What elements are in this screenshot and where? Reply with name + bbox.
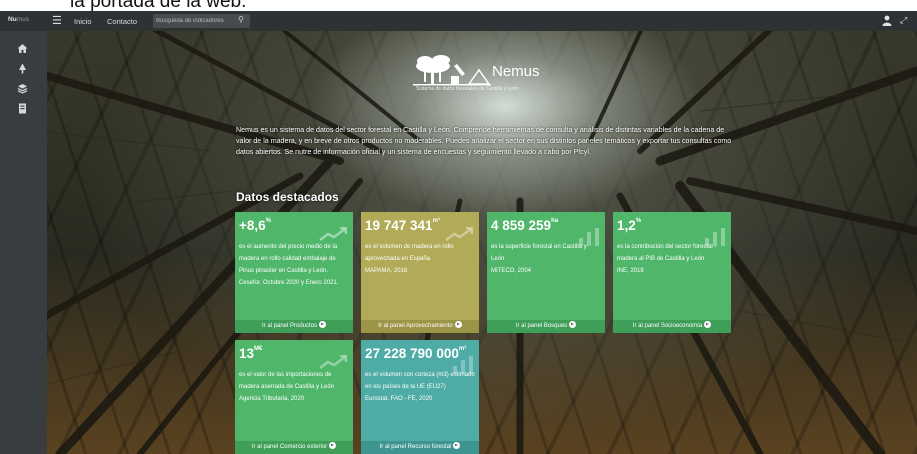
stat-value: 1,2% <box>617 218 642 233</box>
brand-logo[interactable]: Numus <box>8 16 29 23</box>
nav-link-inicio[interactable]: Inicio <box>74 17 92 26</box>
stat-card-importaciones: 13M€ es el valor de las importaciones de… <box>235 340 353 454</box>
top-navbar: Numus ☰ Inicio Contacto ⚲ ⤢ <box>0 11 917 31</box>
nemus-logo <box>413 55 491 86</box>
trend-up-icon <box>445 227 473 241</box>
panel-link-bosques[interactable]: Ir al panel Bosques <box>487 320 605 333</box>
search-icon[interactable]: ⚲ <box>238 15 244 24</box>
panel-link-socioeconomia[interactable]: Ir al panel Socioeconomía <box>613 320 731 333</box>
trend-up-icon <box>319 355 347 369</box>
arrow-circle-icon <box>453 441 461 449</box>
search-box: ⚲ <box>153 14 250 28</box>
arrow-circle-icon <box>454 320 462 328</box>
caption-text: la portada de la web. <box>70 0 247 11</box>
stat-value: 13M€ <box>239 346 263 361</box>
stat-value: +8,6% <box>239 218 271 233</box>
home-icon[interactable] <box>17 43 28 54</box>
book-icon[interactable] <box>17 103 28 114</box>
panel-link-productos[interactable]: Ir al panel Productos <box>235 320 353 333</box>
tree-icon[interactable] <box>17 63 28 74</box>
layers-icon[interactable] <box>17 83 28 94</box>
stat-value: 19 747 341m³ <box>365 218 440 233</box>
arrow-circle-icon <box>569 320 577 328</box>
stat-card-volumen: 19 747 341m³ es el volumen de madera en … <box>361 212 479 333</box>
intro-paragraph: Nemus es un sistema de datos del sector … <box>236 126 732 156</box>
page-caption: la portada de la web. <box>0 0 917 11</box>
sidebar <box>0 31 47 454</box>
stat-description: es la superficie forestal en Castilla y … <box>491 244 587 274</box>
trend-up-icon <box>319 227 347 241</box>
user-icon[interactable] <box>882 15 892 26</box>
stat-description: es el volumen de madera en rollo aprovec… <box>365 244 454 274</box>
stat-value: 4 859 259ha <box>491 218 559 233</box>
stat-description: es el valor de las importaciones de made… <box>239 372 335 402</box>
expand-icon[interactable]: ⤢ <box>900 15 907 26</box>
app-subtitle: Sistema de datos forestales de Castilla … <box>416 86 519 92</box>
search-input[interactable] <box>156 15 232 26</box>
stat-card-volumen-ue: 27 228 790 000m³ es el volumen con corte… <box>361 340 479 454</box>
stat-card-precio: +8,6% es el aumento del precio medio de … <box>235 212 353 333</box>
stat-card-pib: 1,2% es la contribución del sector fores… <box>613 212 731 333</box>
app-title: Nemus <box>492 63 540 80</box>
arrow-circle-icon <box>329 441 337 449</box>
panel-link-comercio-exterior[interactable]: Ir al panel Comercio exterior <box>235 441 353 454</box>
section-title: Datos destacados <box>236 190 339 204</box>
stat-card-superficie: 4 859 259ha es la superficie forestal en… <box>487 212 605 333</box>
stat-description: es el volumen con corteza (m3) estimado … <box>365 372 475 402</box>
arrow-circle-icon <box>704 320 712 328</box>
stat-value: 27 228 790 000m³ <box>365 346 467 361</box>
arrow-circle-icon <box>319 320 327 328</box>
stat-description: es el aumento del precio medio de la mad… <box>239 244 339 286</box>
panel-link-aprovechamiento[interactable]: Ir al panel Aprovechamiento <box>361 320 479 333</box>
stat-description: es la contribución del sector forestal -… <box>617 244 717 274</box>
nav-link-contacto[interactable]: Contacto <box>107 17 137 26</box>
hamburger-icon[interactable]: ☰ <box>52 14 62 27</box>
panel-link-recurso-forestal[interactable]: Ir al panel Recurso forestal <box>361 441 479 454</box>
